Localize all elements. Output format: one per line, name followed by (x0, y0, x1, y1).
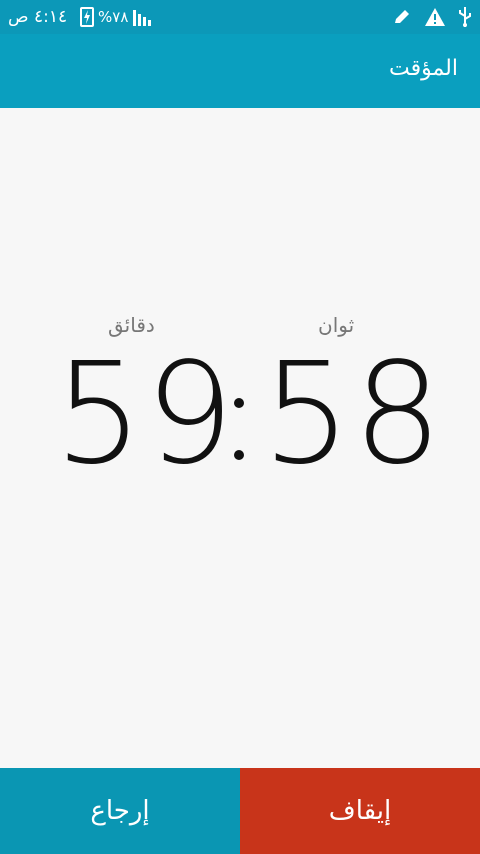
signal-icon (132, 6, 156, 28)
status-bar: ٤:١٤ ص %٧٨ (0, 0, 480, 34)
battery-icon (80, 7, 94, 27)
time-separator (228, 340, 248, 490)
reset-button[interactable]: إرجاع (0, 768, 240, 854)
stop-button[interactable]: إيقاف (240, 768, 480, 854)
battery-percent: %٧٨ (98, 8, 129, 26)
warning-icon (424, 7, 446, 27)
app-bar: المؤقت (0, 34, 480, 108)
status-right-icons (392, 6, 472, 28)
colon-dot-bottom (234, 450, 244, 460)
bottom-actions: إرجاع إيقاف (0, 768, 480, 854)
colon-dot-top (234, 398, 244, 408)
edit-icon (392, 7, 412, 27)
seconds-value: 58 (262, 333, 445, 496)
timer-display: دقائق ثوان 59 58 (0, 108, 480, 768)
minutes-value: 59 (54, 333, 237, 496)
status-time: ٤:١٤ ص (8, 7, 68, 27)
page-title: المؤقت (388, 56, 458, 81)
usb-icon (458, 6, 472, 28)
